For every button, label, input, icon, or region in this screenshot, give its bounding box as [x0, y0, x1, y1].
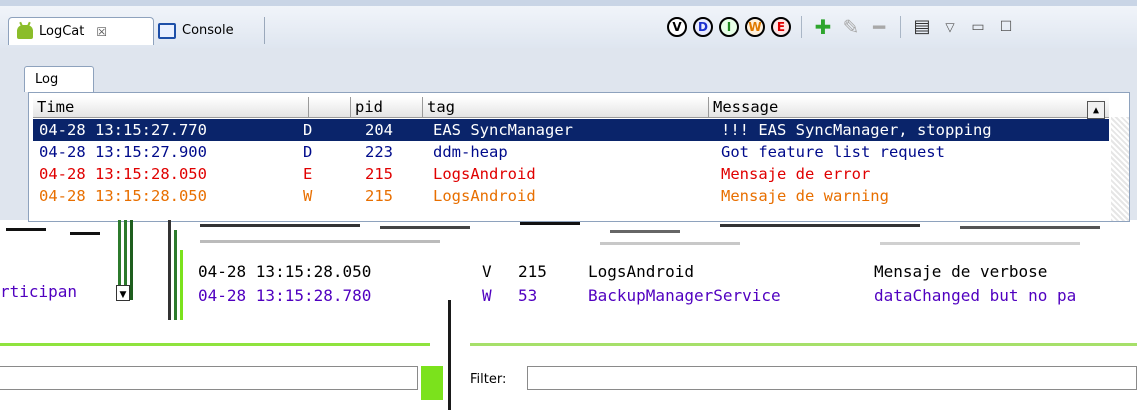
column-header-time[interactable]: Time [33, 97, 309, 117]
tab-log[interactable]: Log [24, 66, 94, 92]
green-divider [0, 343, 430, 346]
table-row[interactable]: 04-28 13:15:28.050 [198, 260, 371, 284]
warning-level-button[interactable]: W [745, 17, 765, 37]
console-icon [158, 22, 176, 39]
info-level-button[interactable]: I [719, 17, 739, 37]
view-menu-icon[interactable]: ▽ [939, 17, 961, 37]
row-message: Got feature list request [721, 143, 945, 161]
tab-bar-strip [0, 0, 1137, 6]
row-pid: 223 [365, 143, 393, 161]
row-message: Mensaje de warning [721, 187, 889, 205]
log-rows-offset: 04-28 13:15:28.050 V 215 LogsAndroid Men… [0, 250, 1137, 320]
add-filter-icon[interactable]: ✚ [812, 17, 834, 37]
verbose-level-button[interactable]: V [667, 17, 687, 37]
row-tag: EAS SyncManager [433, 121, 573, 139]
green-block [421, 366, 443, 400]
left-input-field[interactable] [0, 366, 418, 390]
tab-console[interactable]: Console [150, 17, 265, 44]
edit-filter-icon[interactable]: ✎ [840, 17, 862, 37]
maximize-icon[interactable]: ☐ [995, 17, 1017, 37]
row-pid: 53 [518, 286, 538, 305]
table-row[interactable]: 04-28 13:15:28.050 W 215 LogsAndroid Men… [33, 185, 1109, 207]
row-level: E [303, 165, 313, 183]
table-row[interactable]: 04-28 13:15:28.780 [198, 284, 371, 308]
row-pid: 215 [518, 262, 547, 281]
column-header-tag[interactable]: tag [423, 97, 709, 117]
pane-divider[interactable] [448, 300, 451, 410]
row-tag: LogsAndroid [433, 187, 536, 205]
android-icon [17, 24, 33, 39]
row-time: 04-28 13:15:28.050 [39, 187, 207, 205]
toolbar-separator [801, 16, 802, 38]
filter-input[interactable] [527, 366, 1137, 390]
remove-filter-icon[interactable]: ━ [868, 17, 890, 37]
logcat-toolbar: V D I W E ✚ ✎ ━ ▤ ▽ ▭ ☐ [667, 12, 1017, 42]
table-row[interactable]: 04-28 13:15:28.050 E 215 LogsAndroid Men… [33, 163, 1109, 185]
scroll-up-icon[interactable]: ▲ [1087, 101, 1105, 119]
green-divider [470, 343, 1137, 346]
tab-logcat[interactable]: LogCat ☒ [8, 17, 154, 45]
logcat-panel: Log Time pid tag Message ▲ 04-28 13:15:2… [0, 48, 1137, 222]
tab-logcat-label: LogCat [39, 24, 85, 39]
log-table: Time pid tag Message ▲ 04-28 13:15:27.77… [28, 92, 1130, 222]
clear-log-icon[interactable]: ▤ [911, 17, 933, 37]
row-level: D [303, 143, 313, 161]
row-tag: LogsAndroid [433, 165, 536, 183]
row-tag: LogsAndroid [588, 262, 694, 281]
row-level: D [303, 121, 313, 139]
row-message: Mensaje de verbose [874, 262, 1048, 281]
toolbar-separator [900, 16, 901, 38]
tab-console-label: Console [182, 23, 234, 38]
row-level: W [482, 286, 492, 305]
tab-log-label: Log [35, 72, 59, 87]
view-tab-bar: LogCat ☒ Console V D I W E ✚ ✎ ━ ▤ ▽ ▭ ☐ [0, 0, 1137, 49]
minimize-icon[interactable]: ▭ [967, 17, 989, 37]
row-time: 04-28 13:15:28.780 [198, 286, 372, 305]
column-header-message[interactable]: Message [709, 97, 1109, 117]
row-tag: BackupManagerService [588, 286, 781, 305]
vertical-scrollbar[interactable] [1111, 117, 1129, 221]
row-message: dataChanged but no pa [874, 286, 1077, 305]
filter-label: Filter: [470, 372, 507, 387]
table-header: Time pid tag Message ▲ [33, 97, 1109, 119]
row-time: 04-28 13:15:27.770 [39, 121, 207, 139]
row-pid: 204 [365, 121, 393, 139]
column-header-level[interactable] [309, 97, 351, 117]
row-time: 04-28 13:15:28.050 [198, 262, 372, 281]
table-row[interactable]: 04-28 13:15:27.900 D 223 ddm-heap Got fe… [33, 141, 1109, 163]
row-pid: 215 [365, 165, 393, 183]
row-time: 04-28 13:15:27.900 [39, 143, 207, 161]
table-row[interactable]: 04-28 13:15:27.770 D 204 EAS SyncManager… [33, 119, 1109, 141]
row-pid: 215 [365, 187, 393, 205]
close-icon[interactable]: ☒ [96, 25, 107, 39]
row-message: !!! EAS SyncManager, stopping [721, 121, 992, 139]
row-time: 04-28 13:15:28.050 [39, 165, 207, 183]
row-message: Mensaje de error [721, 165, 871, 183]
row-level: V [482, 262, 492, 281]
row-level: W [303, 187, 313, 205]
debug-level-button[interactable]: D [693, 17, 713, 37]
error-level-button[interactable]: E [771, 17, 791, 37]
row-tag: ddm-heap [433, 143, 508, 161]
column-header-pid[interactable]: pid [351, 97, 423, 117]
